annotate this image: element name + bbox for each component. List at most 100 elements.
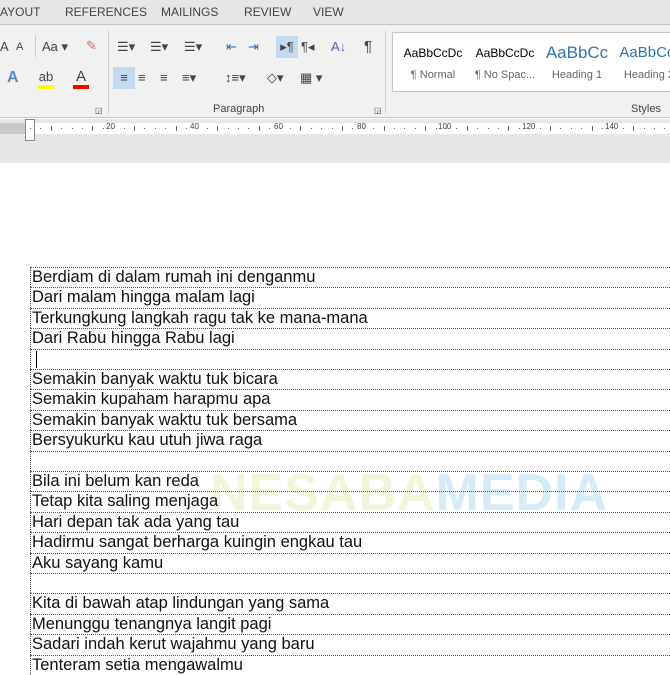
ruler-tick xyxy=(154,128,156,129)
font-dialog-launcher-icon[interactable]: ◲ xyxy=(95,103,103,119)
table-row[interactable]: Semakin banyak waktu tuk bersama xyxy=(30,409,670,431)
text-cursor xyxy=(36,350,37,368)
ruler-tick xyxy=(425,126,427,131)
horizontal-ruler[interactable]: 20 40 60 80 100 120 140 xyxy=(0,119,670,163)
ruler-tick xyxy=(279,128,281,129)
multilevel-list-icon[interactable]: ☰▾ xyxy=(184,39,202,55)
table-row[interactable]: Sadari indah kerut wajahmu yang baru xyxy=(30,634,670,655)
highlight-icon[interactable]: ab xyxy=(38,69,54,89)
bullets-icon[interactable]: ☰▾ xyxy=(117,39,135,55)
shading-icon[interactable]: ◇▾ xyxy=(267,70,284,86)
ruler-tick xyxy=(217,126,219,131)
ruler-tick xyxy=(373,128,375,129)
table-row[interactable]: Semakin banyak waktu tuk bicara xyxy=(30,369,670,390)
paragraph-dialog-launcher-icon[interactable]: ◲ xyxy=(374,103,382,119)
numbering-icon[interactable]: ☰▾ xyxy=(150,39,168,55)
ruler-tick xyxy=(258,126,260,131)
line-spacing-icon[interactable]: ↕≡▾ xyxy=(225,70,246,86)
ruler-tick xyxy=(300,126,302,131)
table-row[interactable]: Tenteram setia mengawalmu xyxy=(30,654,670,675)
style-sample: AaBbCcI xyxy=(619,44,670,61)
ruler-tick xyxy=(612,128,614,129)
ruler-tick xyxy=(134,126,135,131)
borders-icon[interactable]: ▦ ▾ xyxy=(300,70,322,86)
sort-icon[interactable]: A↓ xyxy=(331,39,346,55)
show-formatting-marks-icon[interactable]: ¶ xyxy=(364,39,372,55)
ruler-tick xyxy=(30,128,31,129)
table-row[interactable]: Menunggu tenangnya langit pagi xyxy=(30,613,670,635)
table-row[interactable]: Hari depan tak ada yang tau xyxy=(30,511,670,533)
table-row[interactable]: Dari malam hingga malam lagi xyxy=(30,287,670,308)
ribbon: A A Aa ▾ ✎ A ab A ☰▾ ☰▾ ☰▾ ⇤ ⇥ ▸¶ ¶◂ A↓ … xyxy=(0,25,670,118)
ruler-tick xyxy=(643,128,645,129)
ruler-tick xyxy=(238,128,239,129)
align-left-icon[interactable]: ≡ xyxy=(113,67,135,89)
tab-review[interactable]: REVIEW xyxy=(244,5,291,19)
ruler-tick xyxy=(508,126,510,131)
style-name: Heading 2 xyxy=(623,69,670,81)
table-row[interactable] xyxy=(30,450,670,471)
change-case-icon: Aa xyxy=(42,39,58,54)
ruler-tick xyxy=(602,128,603,129)
font-color-icon[interactable]: A xyxy=(73,69,89,89)
ruler-tick xyxy=(186,128,187,129)
tab-mailings[interactable]: MAILINGS xyxy=(161,5,218,19)
ruler-label: 100 xyxy=(438,122,452,131)
grow-font-icon[interactable]: A xyxy=(0,39,9,55)
style-heading-2[interactable]: AaBbCcI Heading 2 xyxy=(613,41,670,81)
ruler-tick xyxy=(550,126,551,131)
ruler-tick xyxy=(144,128,146,129)
ruler-tick xyxy=(352,128,354,129)
ruler-tick xyxy=(61,128,63,129)
increase-indent-icon[interactable]: ⇥ xyxy=(248,39,259,55)
ruler-label: 80 xyxy=(357,122,366,131)
style-no-spacing[interactable]: AaBbCcDc ¶ No Spac... xyxy=(469,41,541,81)
ruler-tick xyxy=(518,128,520,129)
shrink-font-icon[interactable]: A xyxy=(16,39,23,55)
table-row[interactable]: Tetap kita saling menjaga xyxy=(30,491,670,512)
text-effects-icon[interactable]: A xyxy=(7,70,19,86)
ruler-label: 40 xyxy=(190,122,199,131)
table-row[interactable]: Aku sayang kamu xyxy=(30,552,670,573)
ruler-tick xyxy=(581,128,583,129)
decrease-indent-icon[interactable]: ⇤ xyxy=(226,39,237,55)
ruler-tick xyxy=(446,128,447,129)
document-page[interactable]: NESABAMEDIA Berdiam di dalam rumah ini d… xyxy=(0,163,670,675)
clear-formatting-icon[interactable]: ✎ xyxy=(86,38,97,54)
table-row[interactable] xyxy=(30,348,670,369)
tab-view[interactable]: VIEW xyxy=(313,5,344,19)
style-name: ¶ Normal xyxy=(410,69,456,81)
align-right-icon[interactable]: ≡ xyxy=(160,70,168,86)
table-row[interactable]: Berdiam di dalam rumah ini denganmu xyxy=(30,267,670,288)
ruler-tick xyxy=(50,126,52,131)
ruler-tick xyxy=(206,128,208,129)
table-row[interactable]: Bersyukurku kau utuh jiwa raga xyxy=(30,430,670,451)
ruler-label: 140 xyxy=(605,122,619,131)
table-row[interactable]: Kita di bawah atap lindungan yang sama xyxy=(30,593,670,614)
table-row[interactable]: Hadirmu sangat berharga kuingin engkau t… xyxy=(30,532,670,553)
justify-icon[interactable]: ≡▾ xyxy=(182,70,196,86)
align-center-icon[interactable]: ≡ xyxy=(138,70,146,86)
ruler-tick xyxy=(498,128,499,129)
style-heading-1[interactable]: AaBbCc Heading 1 xyxy=(541,41,613,81)
table-row[interactable]: Bila ini belum kan reda xyxy=(30,471,670,492)
ruler-tick xyxy=(487,128,489,129)
table-row[interactable]: Semakin kupaham harapmu apa xyxy=(30,389,670,410)
indent-marker[interactable] xyxy=(25,119,35,141)
ruler-tick xyxy=(269,128,271,129)
rtl-paragraph-icon[interactable]: ¶◂ xyxy=(301,39,315,55)
tab-layout[interactable]: AYOUT xyxy=(0,5,40,19)
table-row[interactable] xyxy=(30,573,670,594)
style-sample: AaBbCcDc xyxy=(403,46,463,60)
ruler-tick xyxy=(102,128,104,129)
ltr-paragraph-icon[interactable]: ▸¶ xyxy=(276,36,298,58)
ruler-label: 120 xyxy=(522,122,536,131)
table-row[interactable]: Dari Rabu hingga Rabu lagi xyxy=(30,328,670,349)
ruler-tick xyxy=(331,128,333,129)
ruler-tick xyxy=(633,126,635,131)
change-case-button[interactable]: Aa ▾ xyxy=(42,39,68,55)
style-normal[interactable]: AaBbCcDc ¶ Normal xyxy=(397,41,469,81)
table-row[interactable]: Terkungkung langkah ragu tak ke mana-man… xyxy=(30,307,670,329)
tab-references[interactable]: REFERENCES xyxy=(65,5,147,19)
ruler-tick xyxy=(71,128,73,129)
